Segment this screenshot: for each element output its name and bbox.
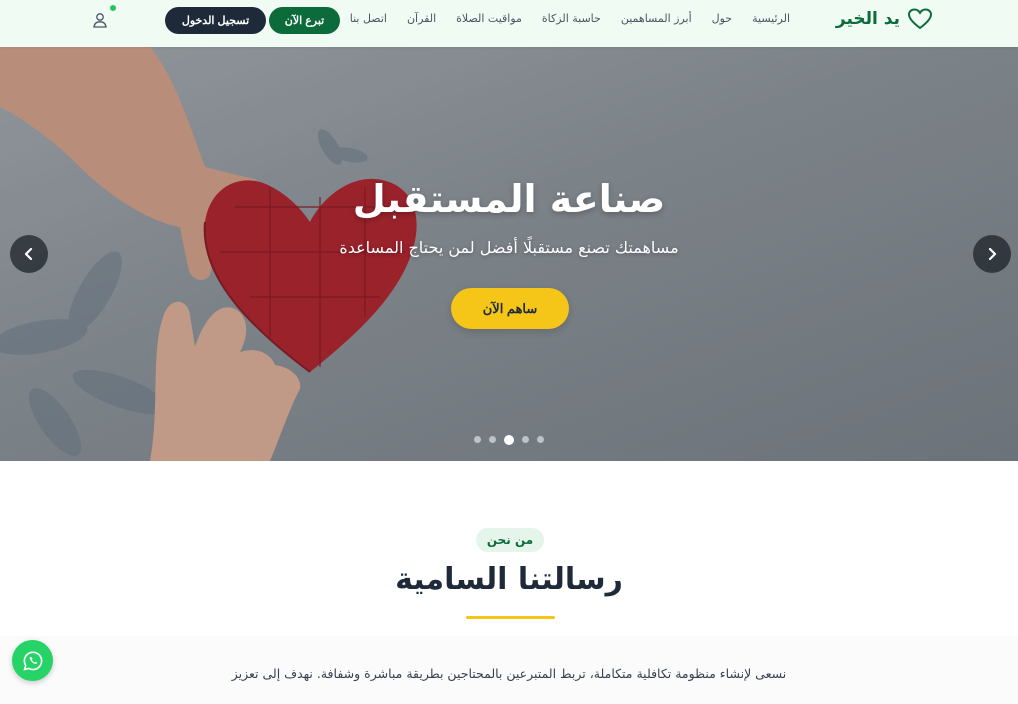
slider-prev-button[interactable] [10, 235, 48, 273]
brand-name: يد الخير [835, 9, 900, 29]
slider-dot-2[interactable] [489, 436, 496, 443]
nav-item-top-contributors[interactable]: أبرز المساهمين [621, 12, 692, 25]
login-button[interactable]: تسجيل الدخول [165, 7, 266, 34]
nav-item-about[interactable]: حول [712, 12, 732, 25]
title-underline [466, 616, 555, 619]
nav-item-home[interactable]: الرئيسية [752, 12, 790, 25]
nav-item-prayer-times[interactable]: مواقيت الصلاة [456, 12, 522, 25]
whatsapp-button[interactable] [12, 640, 53, 681]
slider-dot-4[interactable] [522, 436, 529, 443]
site-header: يد الخير الرئيسية حول أبرز المساهمين حاس… [0, 0, 1018, 47]
slider-next-button[interactable] [973, 235, 1011, 273]
about-badge: من نحن [476, 528, 544, 552]
heart-outline-icon [908, 8, 932, 30]
slider-dot-1[interactable] [474, 436, 481, 443]
whatsapp-icon [22, 650, 42, 671]
about-title: رسالتنا السامية [395, 562, 623, 597]
donate-now-button[interactable]: تبرع الآن [269, 7, 340, 34]
nav-item-quran[interactable]: القرآن [407, 12, 436, 25]
contribute-now-button[interactable]: ساهم الآن [451, 288, 569, 329]
chevron-right-icon [988, 247, 997, 261]
about-text: نسعى لإنشاء منظومة تكافلية متكاملة، تربط… [231, 666, 787, 681]
brand-logo[interactable]: يد الخير [836, 8, 932, 30]
online-status-dot [110, 5, 116, 11]
slider-dot-3[interactable] [504, 434, 514, 445]
slider-dot-5[interactable] [537, 436, 544, 443]
hero-title: صناعة المستقبل [352, 177, 666, 221]
hero-subtitle: مساهمتك تصنع مستقبلًا أفضل لمن يحتاج الم… [339, 238, 679, 257]
hero-slider: صناعة المستقبل مساهمتك تصنع مستقبلًا أفض… [0, 47, 1018, 461]
nav-item-zakat-calculator[interactable]: حاسبة الزكاة [542, 12, 601, 25]
user-icon[interactable] [92, 12, 108, 28]
main-nav: الرئيسية حول أبرز المساهمين حاسبة الزكاة… [350, 12, 790, 25]
chevron-left-icon [24, 247, 33, 261]
nav-item-contact[interactable]: اتصل بنا [350, 12, 387, 25]
slider-dots [0, 434, 1018, 445]
